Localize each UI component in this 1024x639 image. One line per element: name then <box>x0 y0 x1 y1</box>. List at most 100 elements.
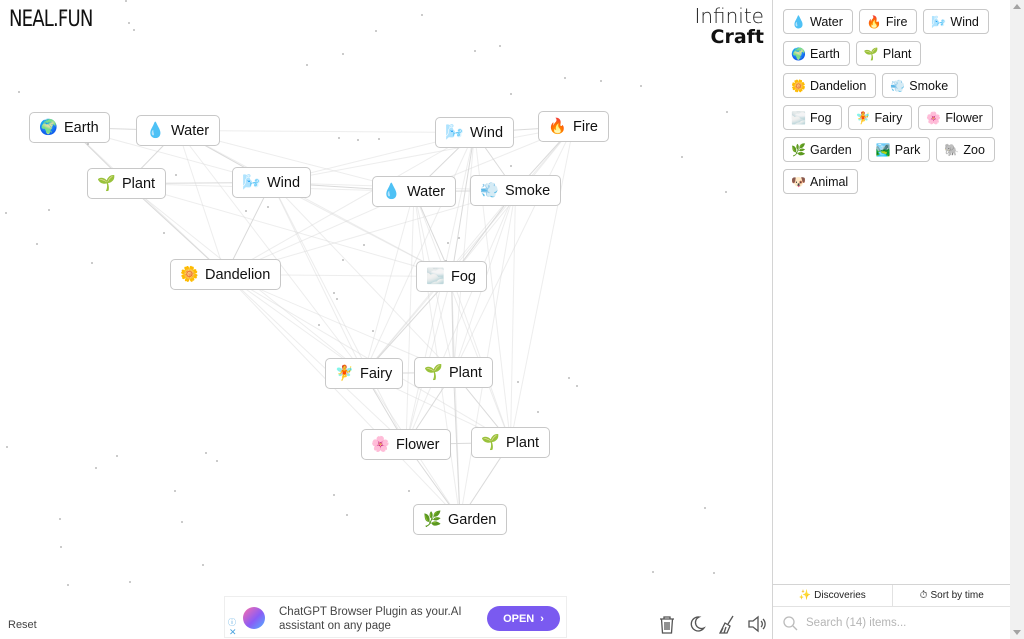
canvas-item-label: Fire <box>573 118 598 135</box>
seedling-icon: 🌱 <box>481 433 500 451</box>
fire-icon: 🔥 <box>866 14 882 29</box>
connection-line <box>510 126 574 443</box>
site-logo[interactable]: NEAL.FUN <box>9 7 93 32</box>
canvas-item-water[interactable]: 💧 Water <box>136 115 221 146</box>
particle-dot <box>245 210 247 212</box>
connection-line <box>453 372 461 520</box>
clock-icon: ⏱ <box>919 590 928 601</box>
canvas-item-fairy[interactable]: 🧚 Fairy <box>325 358 404 389</box>
ad-open-button[interactable]: OPEN › <box>487 606 560 631</box>
connection-line <box>363 126 574 374</box>
particle-dot <box>125 0 127 2</box>
water-drop-icon: 💧 <box>791 14 806 29</box>
sidebar-item-earth[interactable]: 🌍 Earth <box>783 41 850 66</box>
particle-dot <box>713 572 715 574</box>
scroll-up-arrow-icon[interactable] <box>1013 4 1021 9</box>
sidebar-scrollbar[interactable] <box>1010 0 1024 639</box>
blossom-icon: 🌼 <box>180 265 199 283</box>
particle-dot <box>375 30 377 32</box>
sidebar-item-label: Earth <box>810 46 840 61</box>
sidebar-item-label: Water <box>810 14 843 29</box>
connection-lines <box>69 126 574 520</box>
particle-dot <box>342 259 344 261</box>
canvas-item-flower[interactable]: 🌸 Flower <box>361 429 451 460</box>
canvas-item-fog[interactable]: 🌫️ Fog <box>416 261 487 292</box>
particle-dot <box>67 584 69 586</box>
particle-dot <box>725 191 727 193</box>
sort-by-time-button[interactable]: ⏱ Sort by time <box>891 585 1012 606</box>
seedling-icon: 🌱 <box>863 46 879 61</box>
ad-close-icon[interactable]: ✕ <box>229 627 237 638</box>
dark-mode-moon-icon[interactable] <box>687 614 707 634</box>
seedling-icon: 🌱 <box>97 174 116 192</box>
ad-banner[interactable]: ⓘ ✕ ChatGPT Browser Plugin as your.AI as… <box>224 596 567 638</box>
particle-dot <box>363 244 365 246</box>
sidebar-item-animal[interactable]: 🐶 Animal <box>783 169 859 194</box>
sidebar-item-zoo[interactable]: 🐘 Zoo <box>936 137 995 162</box>
sidebar-item-label: Plant <box>882 46 912 61</box>
particle-dot <box>568 377 570 379</box>
sidebar-item-label: Smoke <box>909 78 949 93</box>
fog-icon: 🌫️ <box>791 110 806 125</box>
reset-button[interactable]: Reset <box>8 619 37 631</box>
sidebar-item-water[interactable]: 💧 Water <box>783 9 853 34</box>
sidebar-item-fog[interactable]: 🌫️ Fog <box>783 105 842 130</box>
discoveries-button[interactable]: ✨ Discoveries <box>773 585 892 606</box>
broom-icon[interactable] <box>717 614 737 634</box>
canvas-item-garden[interactable]: 🌿 Garden <box>413 504 508 535</box>
particle-dot <box>87 143 89 145</box>
canvas-item-dandelion[interactable]: 🌼 Dandelion <box>170 259 282 290</box>
canvas-item-wind[interactable]: 🌬️ Wind <box>232 167 312 198</box>
particle-dot <box>408 490 410 492</box>
particle-dot <box>372 330 374 332</box>
sidebar-item-park[interactable]: 🏞️ Park <box>867 137 931 162</box>
chevron-right-icon: › <box>540 612 544 625</box>
particle-dot <box>576 385 578 387</box>
fairy-icon: 🧚 <box>335 364 354 382</box>
sidebar-item-fire[interactable]: 🔥 Fire <box>858 9 918 34</box>
connection-line <box>413 191 461 520</box>
connection-line <box>225 274 461 520</box>
sidebar-item-flower[interactable]: 🌸 Flower <box>918 105 993 130</box>
scroll-down-arrow-icon[interactable] <box>1013 630 1021 635</box>
sidebar-item-label: Flower <box>945 110 983 125</box>
canvas-item-plant[interactable]: 🌱 Plant <box>414 357 494 388</box>
particle-dot <box>318 324 320 326</box>
canvas-item-smoke[interactable]: 💨 Smoke <box>470 175 562 206</box>
sidebar-item-label: Fog <box>810 110 832 125</box>
sidebar-item-label: Zoo <box>963 142 985 157</box>
fairy-icon: 🧚 <box>855 110 871 125</box>
canvas-item-plant[interactable]: 🌱 Plant <box>471 427 551 458</box>
craft-canvas[interactable]: NEAL.FUN Infinite Craft 🌍 Earth 💧 Water 🌱 P… <box>0 0 772 639</box>
sidebar-footer: ✨ Discoveries ⏱ Sort by time <box>773 584 1011 639</box>
sidebar-item-garden[interactable]: 🌿 Garden <box>783 137 862 162</box>
particle-dot <box>346 514 348 516</box>
sidebar-item-plant[interactable]: 🌱 Plant <box>855 41 922 66</box>
sidebar-item-smoke[interactable]: 💨 Smoke <box>882 73 959 98</box>
canvas-item-label: Wind <box>267 174 301 191</box>
canvas-item-earth[interactable]: 🌍 Earth <box>29 112 110 143</box>
canvas-item-label: Water <box>171 122 210 139</box>
sound-speaker-icon[interactable] <box>747 614 767 634</box>
canvas-item-label: Dandelion <box>205 266 271 283</box>
particle-dot <box>499 45 501 47</box>
sidebar-item-wind[interactable]: 🌬️ Wind <box>923 9 989 34</box>
canvas-item-label: Garden <box>448 511 497 528</box>
canvas-item-water[interactable]: 💧 Water <box>372 176 457 207</box>
fog-icon: 🌫️ <box>426 267 445 285</box>
particle-dot <box>60 546 62 548</box>
game-title-line2: Craft <box>710 26 764 48</box>
canvas-item-fire[interactable]: 🔥 Fire <box>538 111 609 142</box>
canvas-item-plant[interactable]: 🌱 Plant <box>87 168 167 199</box>
canvas-item-label: Fog <box>451 268 476 285</box>
search-input[interactable] <box>806 617 986 629</box>
particle-dot <box>48 209 50 211</box>
canvas-item-label: Plant <box>506 434 540 451</box>
particle-dot <box>163 232 165 234</box>
sidebar-item-fairy[interactable]: 🧚 Fairy <box>847 105 913 130</box>
sidebar-item-dandelion[interactable]: 🌼 Dandelion <box>783 73 877 98</box>
canvas-item-label: Earth <box>64 119 99 136</box>
trash-icon[interactable] <box>657 614 677 634</box>
canvas-item-wind[interactable]: 🌬️ Wind <box>435 117 515 148</box>
toolbar <box>657 614 767 634</box>
